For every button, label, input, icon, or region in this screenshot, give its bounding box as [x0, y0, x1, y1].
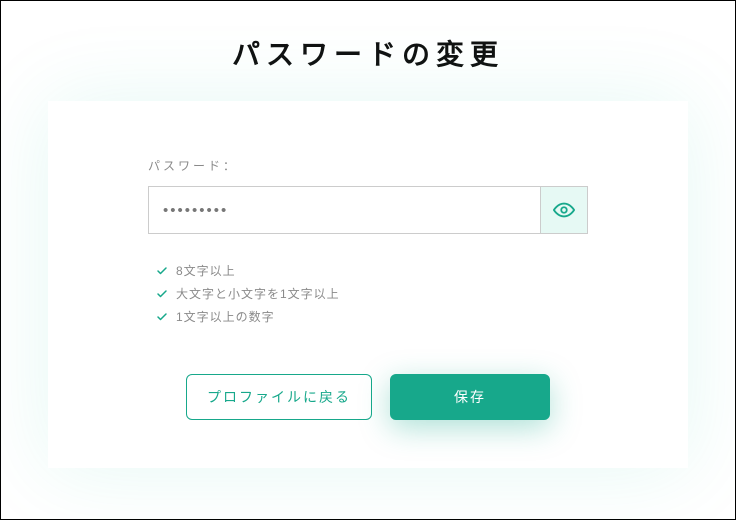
- eye-icon: [553, 199, 575, 221]
- password-change-card: パスワード： 8文字以上 大文字と小文字を1文字以上: [48, 101, 688, 468]
- form-actions: プロファイルに戻る 保存: [148, 374, 588, 420]
- toggle-password-visibility[interactable]: [540, 186, 588, 234]
- save-button[interactable]: 保存: [390, 374, 550, 420]
- password-input-row: [148, 186, 588, 234]
- check-icon: [156, 288, 168, 300]
- password-rule-text: 大文字と小文字を1文字以上: [176, 283, 340, 306]
- password-rule: 大文字と小文字を1文字以上: [156, 283, 588, 306]
- check-icon: [156, 265, 168, 277]
- password-rule-text: 1文字以上の数字: [176, 306, 275, 329]
- password-rule-text: 8文字以上: [176, 260, 236, 283]
- password-rule: 1文字以上の数字: [156, 306, 588, 329]
- page-title: パスワードの変更: [25, 33, 711, 73]
- password-label: パスワード：: [148, 157, 588, 174]
- password-rules: 8文字以上 大文字と小文字を1文字以上 1文字以上の数字: [148, 260, 588, 328]
- back-to-profile-button[interactable]: プロファイルに戻る: [186, 374, 372, 420]
- check-icon: [156, 311, 168, 323]
- password-input[interactable]: [148, 186, 540, 234]
- password-rule: 8文字以上: [156, 260, 588, 283]
